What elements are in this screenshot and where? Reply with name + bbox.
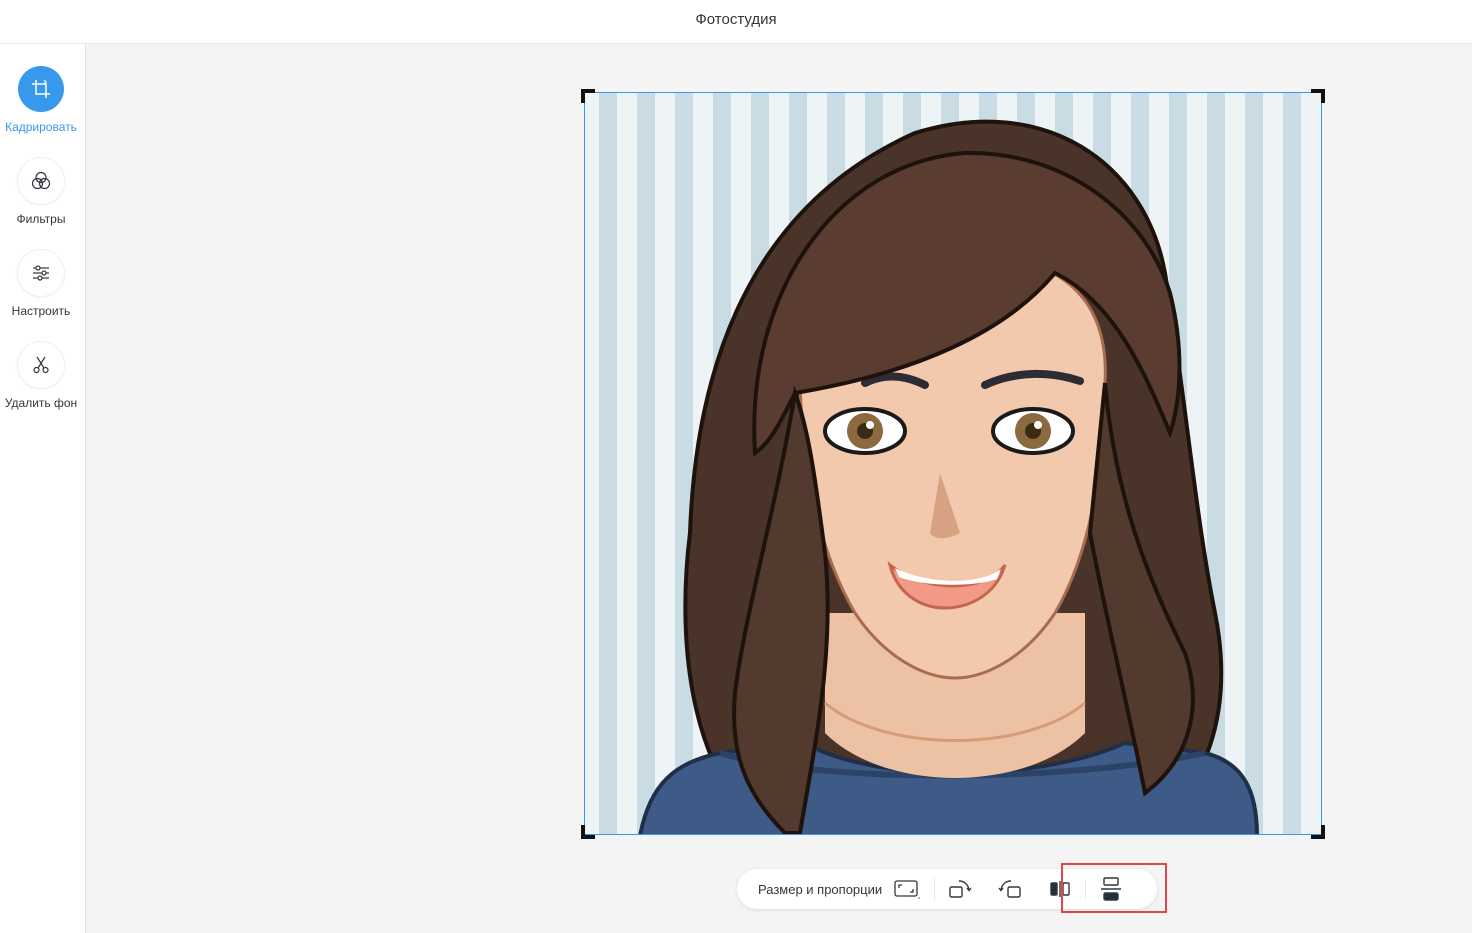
app-header: Фотостудия: [0, 0, 1472, 44]
size-and-proportions-label: Размер и пропорции: [758, 881, 883, 897]
adjust-sliders-icon[interactable]: [18, 250, 64, 296]
crop-icon[interactable]: [18, 66, 64, 112]
avatar-illustration: [585, 93, 1321, 834]
aspect-ratio-icon: [894, 879, 921, 899]
tool-adjust-label: Настроить: [11, 304, 71, 318]
crop-handle-bottom-right[interactable]: [1311, 825, 1325, 839]
rotate-right-icon: [948, 878, 972, 900]
tool-filters-label: Фильтры: [16, 212, 66, 226]
crop-handle-bottom-left[interactable]: [581, 825, 595, 839]
tool-filters[interactable]: Фильтры: [0, 158, 82, 226]
tool-adjust[interactable]: Настроить: [0, 250, 82, 318]
tool-crop[interactable]: Кадрировать: [0, 66, 82, 134]
scissors-icon[interactable]: [18, 342, 64, 388]
rotate-left-icon: [998, 878, 1022, 900]
tool-sidebar: Кадрировать Фильтры Настроить Удалить фо…: [0, 44, 86, 933]
tool-crop-label: Кадрировать: [5, 120, 77, 134]
page-title: Фотостудия: [695, 11, 777, 28]
crop-handle-top-right[interactable]: [1311, 89, 1325, 103]
crop-handle-top-left[interactable]: [581, 89, 595, 103]
rotate-left-button[interactable]: [985, 869, 1035, 909]
rotate-right-button[interactable]: [935, 869, 985, 909]
filters-icon[interactable]: [18, 158, 64, 204]
photo-image[interactable]: [584, 92, 1322, 835]
annotation-highlight-box: [1061, 863, 1167, 913]
tool-remove-bg[interactable]: Удалить фон: [0, 342, 82, 410]
tool-remove-bg-label: Удалить фон: [4, 396, 78, 410]
size-and-proportions-button[interactable]: Размер и пропорции: [737, 869, 934, 909]
